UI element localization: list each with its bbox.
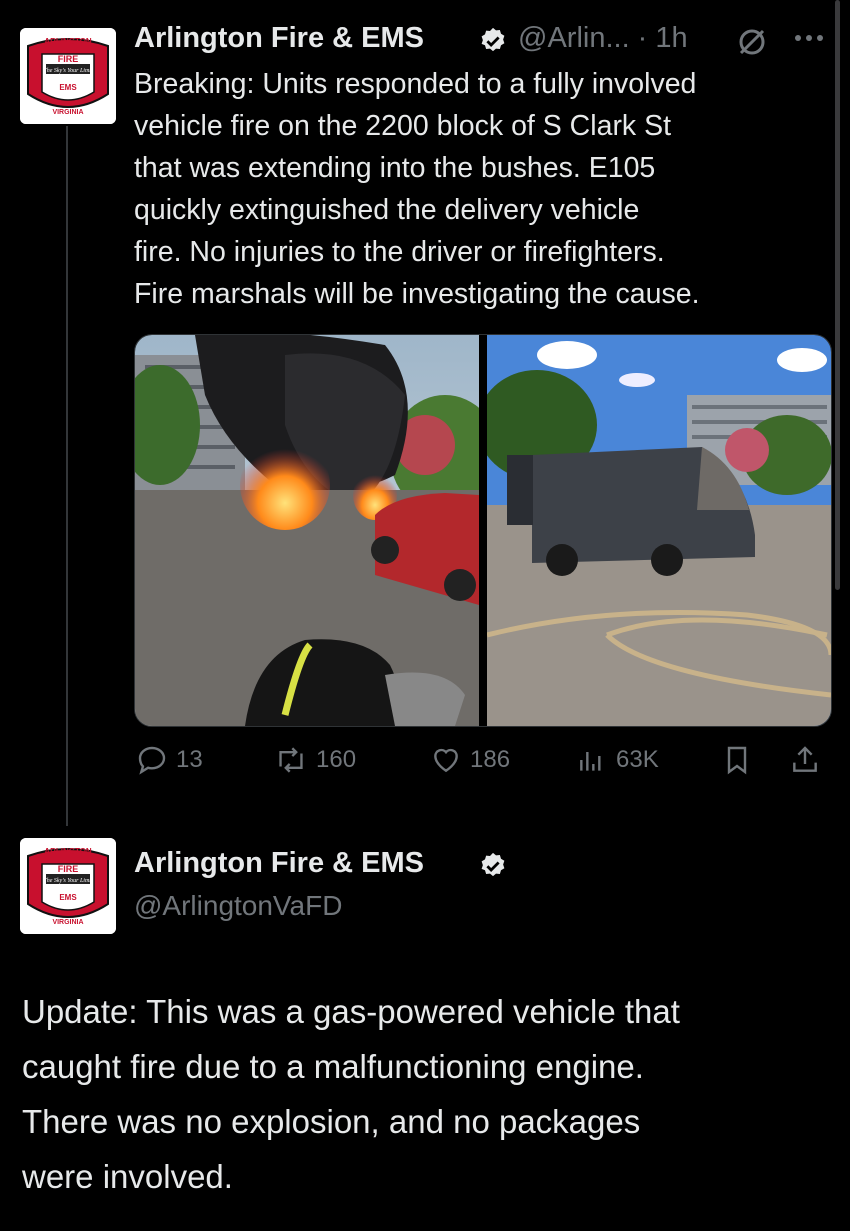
svg-text:FIRE: FIRE — [58, 864, 79, 874]
bookmark-button[interactable] — [722, 744, 752, 776]
reply-icon — [136, 744, 168, 776]
views-count: 63K — [616, 746, 659, 773]
tweet-line: Update: This was a gas-powered vehicle t… — [22, 993, 680, 1030]
more-icon[interactable] — [792, 28, 826, 53]
svg-text:VIRGINIA: VIRGINIA — [52, 919, 83, 926]
repost-count: 160 — [316, 746, 357, 773]
author-name[interactable]: Arlington Fire & EMS — [134, 847, 424, 880]
tweet-line: Breaking: Units responded to a fully inv… — [134, 68, 697, 100]
like-count: 186 — [470, 746, 511, 773]
arlington-fire-logo: FIRE EMS The Sky's Your Limit ARLINGTON … — [20, 838, 116, 934]
svg-text:ARLINGTON: ARLINGTON — [44, 847, 92, 856]
tweet-text: Update: This was a gas-powered vehicle t… — [22, 984, 832, 1204]
svg-text:ARLINGTON: ARLINGTON — [44, 37, 92, 46]
share-button[interactable] — [790, 744, 820, 776]
svg-text:The Sky's Your Limit: The Sky's Your Limit — [43, 878, 93, 884]
scrollbar[interactable] — [835, 0, 840, 590]
author-handle[interactable]: @ArlingtonVaFD — [134, 890, 342, 922]
tweet-line: were involved. — [22, 1158, 233, 1195]
verified-badge-icon — [478, 851, 508, 886]
tweet-line: There was no explosion, and no packages — [22, 1103, 641, 1140]
like-button[interactable]: 186 — [430, 744, 510, 776]
grok-icon[interactable] — [736, 26, 768, 63]
repost-button[interactable]: 160 — [274, 744, 356, 776]
views-icon — [576, 744, 608, 776]
share-icon — [790, 744, 820, 776]
heart-icon — [430, 744, 462, 776]
tweet-line: quickly extinguished the delivery vehicl… — [134, 194, 640, 226]
tweet-line: vehicle fire on the 2200 block of S Clar… — [134, 110, 672, 142]
vehicle-fire-photo[interactable] — [135, 335, 500, 726]
handle-time[interactable]: @Arlin... · 1h — [518, 22, 688, 55]
svg-text:VIRGINIA: VIRGINIA — [52, 109, 83, 116]
author-name[interactable]: Arlington Fire & EMS — [134, 22, 424, 55]
avatar[interactable]: FIRE EMS The Sky's Your Limit ARLINGTON … — [20, 28, 116, 124]
tweet-line: Fire marshals will be investigating the … — [134, 278, 700, 310]
avatar[interactable]: FIRE EMS The Sky's Your Limit ARLINGTON … — [20, 838, 116, 934]
arlington-fire-logo: FIRE EMS The Sky's Your Limit ARLINGTON … — [20, 28, 116, 124]
tweet-line: caught fire due to a malfunctioning engi… — [22, 1048, 644, 1085]
tweet-actions: 13 160 186 63K — [134, 744, 834, 784]
svg-text:EMS: EMS — [59, 83, 77, 92]
repost-icon — [274, 744, 308, 776]
svg-text:The Sky's Your Limit: The Sky's Your Limit — [43, 68, 93, 74]
reply-button[interactable]: 13 — [136, 744, 203, 776]
bookmark-icon — [722, 744, 752, 776]
tweet-media[interactable] — [134, 334, 832, 727]
svg-text:FIRE: FIRE — [58, 54, 79, 64]
burned-van-photo[interactable] — [477, 335, 831, 726]
tweet-line: fire. No injuries to the driver or firef… — [134, 236, 665, 268]
views-button[interactable]: 63K — [576, 744, 659, 776]
thread-line — [66, 126, 68, 826]
verified-badge-icon — [478, 26, 508, 61]
tweet-line: that was extending into the bushes. E105 — [134, 152, 656, 184]
svg-text:EMS: EMS — [59, 893, 77, 902]
reply-count: 13 — [176, 746, 203, 773]
tweet-text: Breaking: Units responded to a fully inv… — [134, 63, 844, 315]
